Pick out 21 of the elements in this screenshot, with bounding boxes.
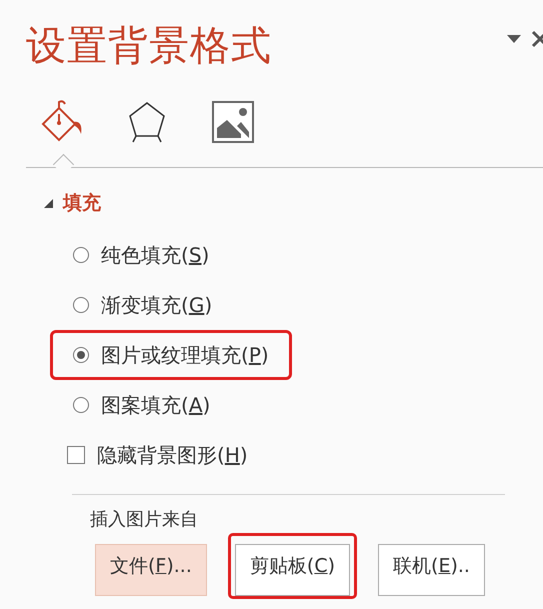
insert-button[interactable]: 剪贴板(C) xyxy=(234,544,350,596)
insert-from-label: 插入图片来自 xyxy=(89,508,199,531)
paint-bucket-icon xyxy=(39,100,83,144)
option-label: 渐变填充(G) xyxy=(101,292,212,318)
radio-button[interactable] xyxy=(73,297,89,313)
radio-button[interactable] xyxy=(73,397,89,413)
option-label: 图片或纹理填充(P) xyxy=(101,342,269,368)
image-icon xyxy=(211,100,255,144)
radio-button[interactable] xyxy=(73,247,89,263)
section-title: 填充 xyxy=(63,191,101,216)
option-label: 纯色填充(S) xyxy=(101,242,210,268)
pane-title: 设置背景格式 xyxy=(26,22,273,71)
radio-button[interactable] xyxy=(73,347,89,363)
insert-button[interactable]: 文件(F)... xyxy=(95,544,207,596)
dropdown-icon[interactable] xyxy=(507,34,521,44)
pentagon-icon xyxy=(127,100,167,144)
option-label: 隐藏背景图形(H) xyxy=(97,442,248,468)
checkbox[interactable] xyxy=(67,446,85,464)
collapse-triangle-icon[interactable] xyxy=(44,198,53,208)
option-label: 图案填充(A) xyxy=(101,392,210,418)
insert-button[interactable]: 联机(E).. xyxy=(378,544,485,596)
